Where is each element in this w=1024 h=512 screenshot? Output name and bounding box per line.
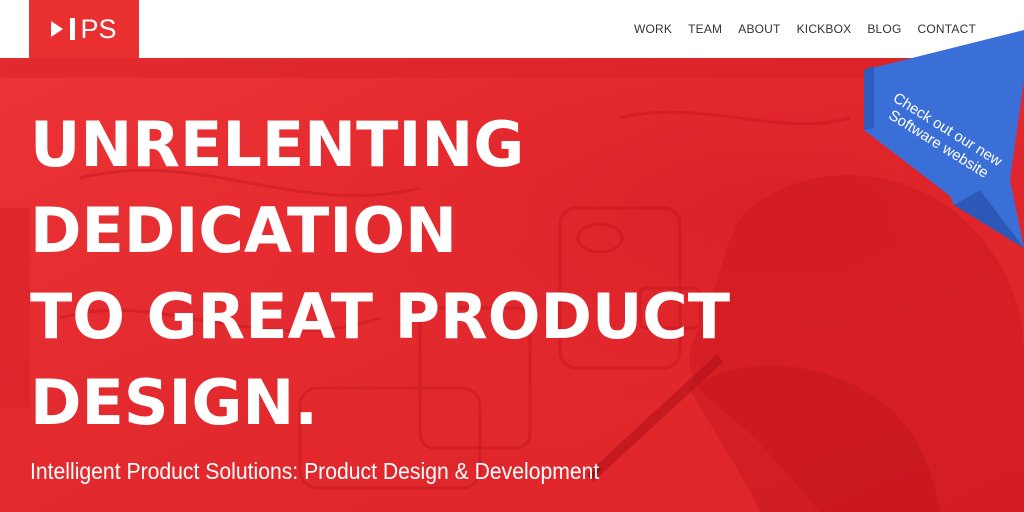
headline-line: TO GREAT PRODUCT bbox=[30, 280, 731, 353]
play-bar-icon bbox=[51, 18, 76, 40]
nav-work[interactable]: WORK bbox=[634, 22, 672, 36]
headline-line: DESIGN. bbox=[30, 366, 318, 439]
headline-line: UNRELENTING bbox=[30, 108, 525, 181]
hero-headline: UNRELENTING DEDICATION TO GREAT PRODUCT … bbox=[30, 102, 730, 446]
logo-mark: PS bbox=[51, 13, 117, 44]
headline-line: DEDICATION bbox=[30, 194, 457, 267]
ips-logo[interactable]: PS bbox=[29, 0, 139, 58]
hero-subheadline: Intelligent Product Solutions: Product D… bbox=[30, 458, 600, 484]
nav-kickbox[interactable]: KICKBOX bbox=[797, 22, 852, 36]
page: PS WORK TEAM ABOUT KICKBOX BLOG CONTACT bbox=[0, 0, 1024, 512]
logo-text: PS bbox=[80, 13, 117, 44]
nav-about[interactable]: ABOUT bbox=[738, 22, 780, 36]
nav-team[interactable]: TEAM bbox=[688, 22, 722, 36]
